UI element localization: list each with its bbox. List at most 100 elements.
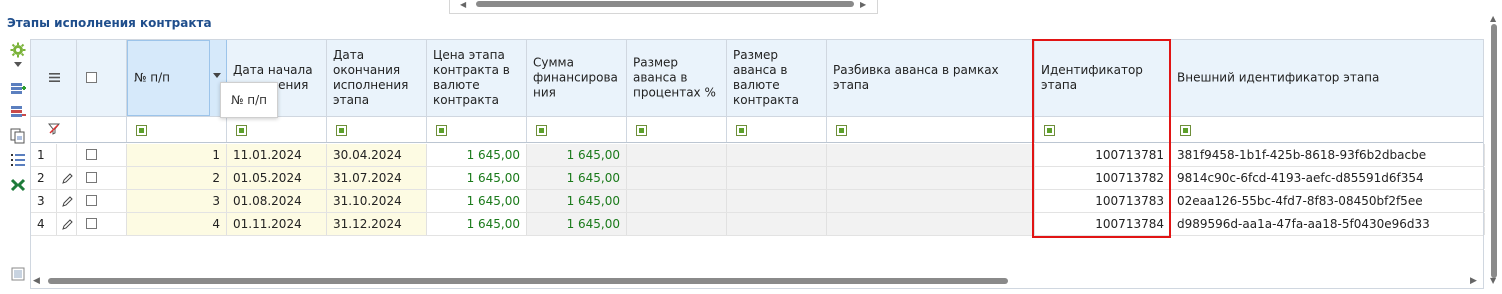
row-number-cell[interactable]: 2 [31,167,57,189]
cell-price[interactable]: 1 645,00 [427,167,527,189]
cell-stage-id[interactable]: 100713781 [1035,144,1171,166]
cell-start-date[interactable]: 01.05.2024 [227,167,327,189]
select-all-checkbox[interactable] [86,72,97,83]
scrollbar-thumb[interactable] [476,1,854,7]
edit-pencil-icon[interactable] [62,196,73,207]
filter-toggle[interactable] [736,125,747,136]
header-adv-pct[interactable]: Размер аванса в процентах % [627,40,727,116]
filter-cell[interactable] [627,117,727,142]
filter-cell[interactable] [427,117,527,142]
list-numbered-icon[interactable] [9,152,27,168]
cell-price[interactable]: 1 645,00 [427,213,527,235]
filter-toggle[interactable] [836,125,847,136]
row-edit-cell[interactable] [57,167,77,189]
cell-adv-pct[interactable] [627,213,727,235]
cell-end-date[interactable]: 31.12.2024 [327,213,427,235]
column-menu-icon[interactable] [49,73,60,82]
cell-adv-pct[interactable] [627,190,727,212]
settings-gear-icon[interactable] [9,42,27,58]
table-row[interactable]: 1 1 11.01.2024 30.04.2024 1 645,00 1 645,00 10… [31,144,1485,167]
scroll-left-arrow-icon[interactable]: ◀ [33,274,40,288]
cell-price[interactable]: 1 645,00 [427,144,527,166]
filter-cell[interactable] [227,117,327,142]
filter-cell[interactable] [327,117,427,142]
header-price[interactable]: Цена этапа контракта в валюте контракта [427,40,527,116]
cell-stage-id[interactable]: 100713784 [1035,213,1171,235]
row-checkbox[interactable] [86,195,97,206]
copy-row-icon[interactable] [9,128,27,144]
row-checkbox[interactable] [86,149,97,160]
scroll-down-arrow-icon[interactable]: ▼ [1490,276,1496,285]
row-number-cell[interactable]: 1 [31,144,57,166]
row-edit-cell[interactable] [57,190,77,212]
row-select-cell[interactable] [77,167,127,189]
cell-sum[interactable]: 1 645,00 [527,213,627,235]
row-select-cell[interactable] [77,190,127,212]
cell-adv-cur[interactable] [727,167,827,189]
filter-toggle[interactable] [536,125,547,136]
cell-adv-split[interactable] [827,144,1035,166]
chevron-down-icon[interactable] [9,60,27,68]
cell-start-date[interactable]: 11.01.2024 [227,144,327,166]
cell-start-date[interactable]: 01.11.2024 [227,213,327,235]
filter-cell[interactable] [727,117,827,142]
filter-toggle[interactable] [236,125,247,136]
cell-ext-id[interactable]: 381f9458-1b1f-425b-8618-93f6b2dbacbe [1171,144,1485,166]
header-sum[interactable]: Сумма финансирова ния [527,40,627,116]
filter-toggle[interactable] [1180,125,1191,136]
cell-adv-cur[interactable] [727,190,827,212]
excel-export-icon[interactable] [9,177,27,193]
cell-stage-id[interactable]: 100713783 [1035,190,1171,212]
cell-num[interactable]: 4 [127,213,227,235]
header-adv-split[interactable]: Разбивка аванса в рамках этапа [827,40,1035,116]
edit-pencil-icon[interactable] [62,173,73,184]
cell-stage-id[interactable]: 100713782 [1035,167,1171,189]
filter-toggle[interactable] [336,125,347,136]
filter-toggle[interactable] [1044,125,1055,136]
delete-row-icon[interactable] [9,103,27,119]
filter-cell[interactable] [1035,117,1171,142]
filter-cell[interactable] [1171,117,1485,142]
scroll-right-arrow-icon[interactable]: ▶ [1470,274,1477,288]
header-end-date[interactable]: Дата окончания исполнения этапа [327,40,427,116]
cell-end-date[interactable]: 30.04.2024 [327,144,427,166]
row-number-cell[interactable]: 4 [31,213,57,235]
row-edit-cell[interactable] [57,144,77,166]
cell-adv-pct[interactable] [627,144,727,166]
row-checkbox[interactable] [86,172,97,183]
cell-num[interactable]: 2 [127,167,227,189]
scrollbar-thumb[interactable] [48,278,1008,284]
cell-adv-split[interactable] [827,167,1035,189]
header-adv-cur[interactable]: Размер аванса в валюте контракта [727,40,827,116]
row-checkbox[interactable] [86,218,97,229]
add-row-icon[interactable] [9,80,27,96]
scrollbar-thumb[interactable] [1491,24,1497,278]
cell-adv-cur[interactable] [727,144,827,166]
column-menu-header[interactable] [31,40,77,116]
cell-num[interactable]: 3 [127,190,227,212]
cell-ext-id[interactable]: 02eaa126-55bc-4fd7-8f83-08450bf2f5ee [1171,190,1485,212]
header-ext-id[interactable]: Внешний идентификатор этапа [1171,40,1485,116]
filter-cell[interactable] [827,117,1035,142]
cell-end-date[interactable]: 31.10.2024 [327,190,427,212]
top-horizontal-scrollbar[interactable]: ◀ ▶ [449,0,878,14]
cell-adv-split[interactable] [827,190,1035,212]
filter-toggle[interactable] [136,125,147,136]
filter-cell[interactable] [127,117,227,142]
clear-filter-cell[interactable] [31,117,77,142]
cell-adv-split[interactable] [827,213,1035,235]
row-select-cell[interactable] [77,144,127,166]
vertical-scrollbar[interactable]: ▲ ▼ [1488,14,1500,290]
header-stage-id[interactable]: Идентификатор этапа [1035,40,1171,116]
cell-end-date[interactable]: 31.07.2024 [327,167,427,189]
cell-adv-pct[interactable] [627,167,727,189]
table-row[interactable]: 4 4 01.11.2024 31.12.2024 1 645,00 1 645,00 10… [31,213,1485,236]
cell-sum[interactable]: 1 645,00 [527,144,627,166]
grid-settings-icon[interactable] [9,266,27,282]
cell-ext-id[interactable]: d989596d-aa1a-47fa-aa18-5f0430e96d33 [1171,213,1485,235]
cell-sum[interactable]: 1 645,00 [527,190,627,212]
row-select-cell[interactable] [77,213,127,235]
clear-filter-icon[interactable] [48,123,60,135]
cell-num[interactable]: 1 [127,144,227,166]
filter-toggle[interactable] [436,125,447,136]
